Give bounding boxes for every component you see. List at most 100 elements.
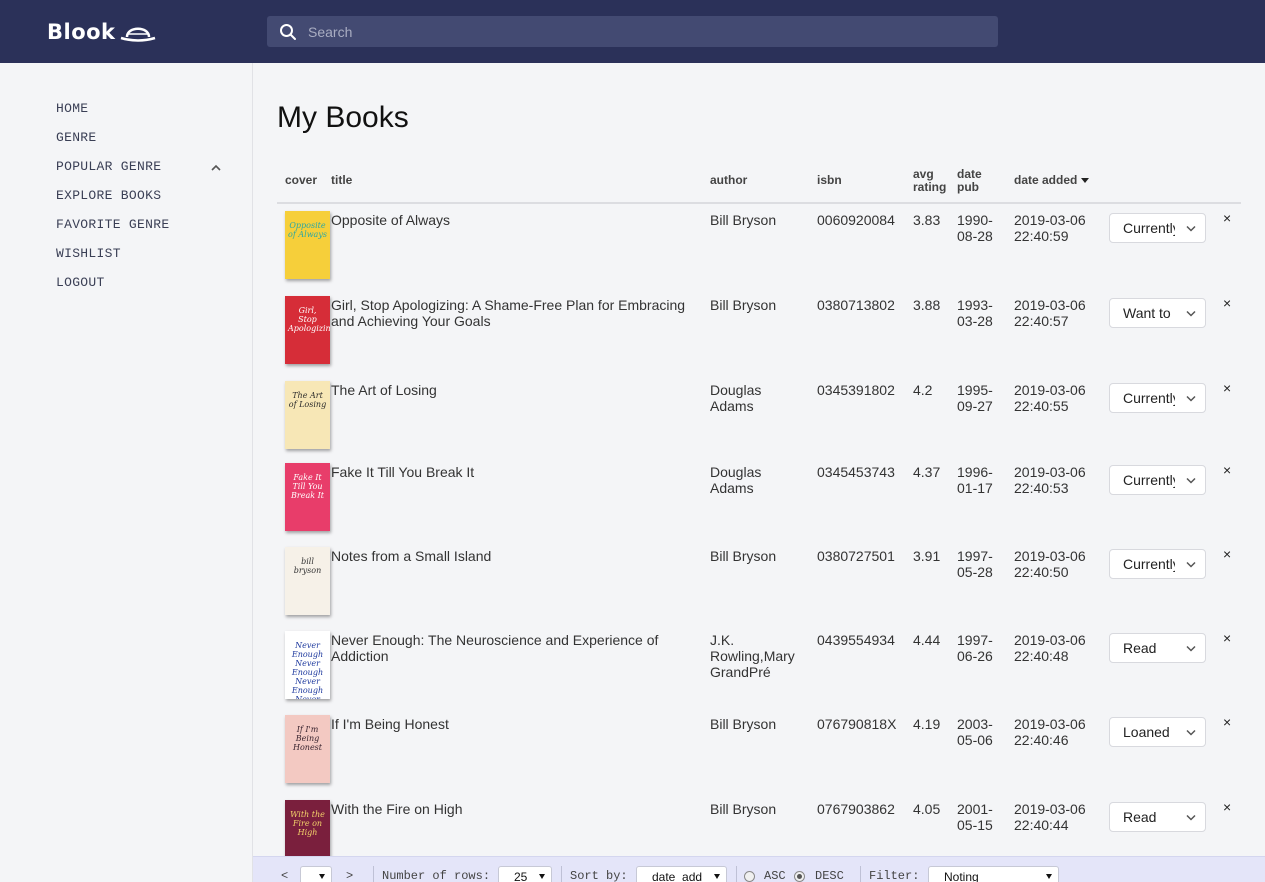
column-cover[interactable]: cover xyxy=(285,174,317,187)
divider xyxy=(561,866,562,882)
sidebar-item-wishlist[interactable]: WISHLIST xyxy=(56,246,121,261)
desc-label: DESC xyxy=(815,869,844,882)
page-select[interactable] xyxy=(300,866,332,882)
book-title[interactable]: With the Fire on High xyxy=(331,801,701,817)
shelf-status-select[interactable]: Read xyxy=(1109,802,1206,832)
remove-book-button[interactable]: × xyxy=(1223,546,1231,562)
book-date-added-time: 22:40:46 xyxy=(1014,732,1069,748)
book-cover-title: The Art of Losing xyxy=(288,391,327,409)
book-title[interactable]: Fake It Till You Break It xyxy=(331,464,701,480)
remove-book-button[interactable]: × xyxy=(1223,714,1231,730)
column-author[interactable]: author xyxy=(710,174,747,187)
rows-select[interactable]: 25 xyxy=(498,866,552,882)
column-date-pub[interactable]: date pub xyxy=(957,168,982,194)
book-date-added-day: 2019-03-06 xyxy=(1014,632,1086,648)
shelf-status-select[interactable]: Want to Read xyxy=(1109,298,1206,328)
column-avg-rating-line2: rating xyxy=(913,180,947,194)
search-icon xyxy=(280,23,296,40)
next-page-button[interactable]: > xyxy=(346,869,353,882)
sort-select[interactable]: date_add xyxy=(636,866,727,882)
column-title[interactable]: title xyxy=(331,174,352,187)
prev-page-button[interactable]: < xyxy=(281,869,288,882)
book-date-added: 2019-03-06 22:40:44 xyxy=(1014,801,1104,833)
remove-book-button[interactable]: × xyxy=(1223,210,1231,226)
book-cover[interactable]: The Art of Losing xyxy=(285,381,330,449)
shelf-status-select[interactable]: Read xyxy=(1109,633,1206,663)
remove-book-button[interactable]: × xyxy=(1223,295,1231,311)
book-cover[interactable]: bill bryson xyxy=(285,547,330,615)
book-cover[interactable]: Fake It Till You Break It xyxy=(285,463,330,531)
logo[interactable]: Blook xyxy=(47,17,157,47)
sidebar-item-logout[interactable]: LOGOUT xyxy=(56,275,105,290)
book-date-added: 2019-03-06 22:40:53 xyxy=(1014,464,1104,496)
book-date-pub-line1: 1997- xyxy=(957,632,993,648)
desc-radio[interactable] xyxy=(794,871,805,882)
sidebar-item-favorite-genre[interactable]: FAVORITE GENRE xyxy=(56,217,169,232)
book-date-pub-line2: 08-28 xyxy=(957,228,993,244)
remove-book-button[interactable]: × xyxy=(1223,462,1231,478)
shelf-status-select[interactable]: Currently Reading xyxy=(1109,465,1206,495)
shelf-status-select[interactable]: Currently Reading xyxy=(1109,213,1206,243)
sidebar-item-explore-books[interactable]: EXPLORE BOOKS xyxy=(56,188,161,203)
chevron-down-icon xyxy=(1186,561,1196,568)
sidebar-item-home[interactable]: HOME xyxy=(56,101,88,116)
book-isbn: 076790818X xyxy=(817,716,897,732)
filter-select[interactable]: Noting xyxy=(928,866,1059,882)
page-title: My Books xyxy=(277,101,409,134)
book-date-pub-line2: 05-06 xyxy=(957,732,993,748)
book-author: Bill Bryson xyxy=(710,548,777,564)
book-cover[interactable]: Opposite of Always xyxy=(285,211,330,279)
book-cover[interactable]: If I'm Being Honest xyxy=(285,715,330,783)
book-isbn: 0767903862 xyxy=(817,801,895,817)
book-date-added: 2019-03-06 22:40:46 xyxy=(1014,716,1104,748)
chevron-up-icon[interactable] xyxy=(210,164,222,172)
search-input[interactable] xyxy=(308,23,988,40)
book-title[interactable]: Girl, Stop Apologizing: A Shame-Free Pla… xyxy=(331,297,701,329)
shelf-status-select[interactable]: Loaned xyxy=(1109,717,1206,747)
sidebar-item-popular-genre[interactable]: POPULAR GENRE xyxy=(56,159,161,174)
column-date-added[interactable]: date added xyxy=(1014,174,1090,187)
sidebar-item-genre[interactable]: GENRE xyxy=(56,130,97,145)
book-cover[interactable]: Girl, Stop Apologizing xyxy=(285,296,330,364)
filter-label: Filter: xyxy=(869,869,920,882)
book-title[interactable]: The Art of Losing xyxy=(331,382,701,398)
book-date-pub-line2: 05-28 xyxy=(957,564,993,580)
book-date-added-day: 2019-03-06 xyxy=(1014,464,1086,480)
column-isbn[interactable]: isbn xyxy=(817,174,842,187)
column-date-pub-line2: pub xyxy=(957,180,979,194)
remove-book-button[interactable]: × xyxy=(1223,630,1231,646)
search-bar[interactable] xyxy=(267,16,998,47)
book-title[interactable]: Opposite of Always xyxy=(331,212,701,228)
book-cover-title: Fake It Till You Break It xyxy=(291,473,324,500)
book-date-pub-line2: 06-26 xyxy=(957,648,993,664)
sort-select-value: date_add xyxy=(652,870,703,882)
book-date-added-time: 22:40:59 xyxy=(1014,228,1069,244)
asc-radio[interactable] xyxy=(744,871,755,882)
book-author: Bill Bryson xyxy=(710,801,777,817)
shelf-status-value: Want to Read xyxy=(1123,305,1175,321)
book-date-added-time: 22:40:48 xyxy=(1014,648,1069,664)
chevron-down-icon xyxy=(1186,477,1196,484)
book-author: Bill Bryson xyxy=(710,297,777,313)
book-isbn: 0439554934 xyxy=(817,632,895,648)
shelf-status-value: Currently Reading xyxy=(1123,556,1175,572)
hat-icon xyxy=(120,27,155,42)
sidebar: HOME GENRE POPULAR GENRE EXPLORE BOOKS F… xyxy=(0,63,253,882)
book-cover[interactable]: Never Enough Never Enough Never Enough N… xyxy=(285,631,330,699)
remove-book-button[interactable]: × xyxy=(1223,380,1231,396)
book-author: Douglas Adams xyxy=(710,464,762,496)
book-title[interactable]: If I'm Being Honest xyxy=(331,716,701,732)
book-cover-title: Girl, Stop Apologizing xyxy=(288,306,330,333)
book-title[interactable]: Never Enough: The Neuroscience and Exper… xyxy=(331,632,701,664)
shelf-status-select[interactable]: Currently Reading xyxy=(1109,383,1206,413)
chevron-down-icon xyxy=(1186,225,1196,232)
book-title[interactable]: Notes from a Small Island xyxy=(331,548,701,564)
shelf-status-select[interactable]: Currently Reading xyxy=(1109,549,1206,579)
column-avg-rating[interactable]: avg rating xyxy=(913,168,946,194)
remove-book-button[interactable]: × xyxy=(1223,799,1231,815)
book-date-added: 2019-03-06 22:40:50 xyxy=(1014,548,1104,580)
book-date-added-day: 2019-03-06 xyxy=(1014,382,1086,398)
book-cover-title: Opposite of Always xyxy=(288,221,327,239)
book-date-added-day: 2019-03-06 xyxy=(1014,801,1086,817)
book-date-pub-line1: 1995- xyxy=(957,382,993,398)
